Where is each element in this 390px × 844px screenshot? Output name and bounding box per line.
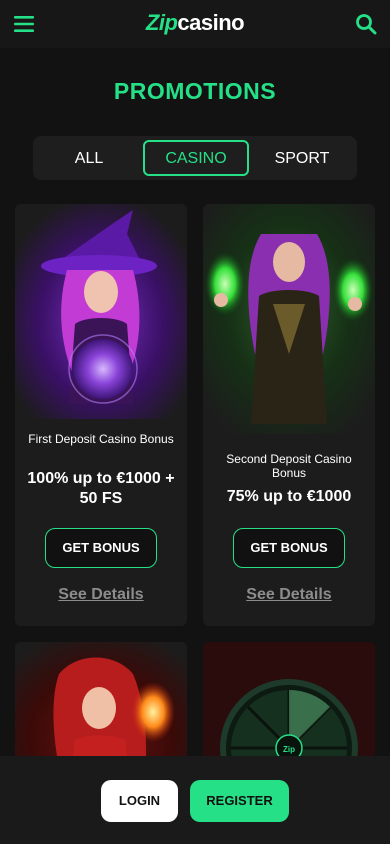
sorceress-illustration [203,204,375,434]
page-title: PROMOTIONS [113,78,277,104]
tab-sport[interactable]: SPORT [253,140,351,176]
register-button[interactable]: REGISTER [190,780,289,822]
promo-card-second-deposit: Second Deposit Casino Bonus 75% up to €1… [203,204,375,626]
see-details-link[interactable]: See Details [203,586,375,604]
auth-bar: LOGIN REGISTER [0,756,390,844]
promo-amount: 75% up to €1000 [226,488,352,505]
promo-subtitle: First Deposit Casino Bonus [28,432,174,446]
top-header: Zipcasino [0,0,390,48]
see-details-link[interactable]: See Details [15,586,187,604]
wheel-hub-label: Zip [283,745,295,754]
witch-illustration [15,204,187,419]
logo-zip: Zip [145,10,178,35]
zipcasino-logo[interactable]: Zipcasino [0,10,390,36]
promo-card-first-deposit: First Deposit Casino Bonus 100% up to €1… [15,204,187,626]
promo-amount: 100% up to €1000 + 50 FS [27,470,175,507]
get-bonus-button[interactable]: GET BONUS [45,528,157,568]
tab-casino[interactable]: CASINO [143,140,249,176]
promo-subtitle: Second Deposit Casino Bonus [226,452,352,480]
search-icon[interactable] [354,12,378,36]
logo-casino: casino [177,10,245,35]
promo-tabs: ALL CASINO SPORT [33,136,357,180]
tab-all[interactable]: ALL [39,140,139,176]
login-button[interactable]: LOGIN [101,780,178,822]
get-bonus-button[interactable]: GET BONUS [233,528,345,568]
